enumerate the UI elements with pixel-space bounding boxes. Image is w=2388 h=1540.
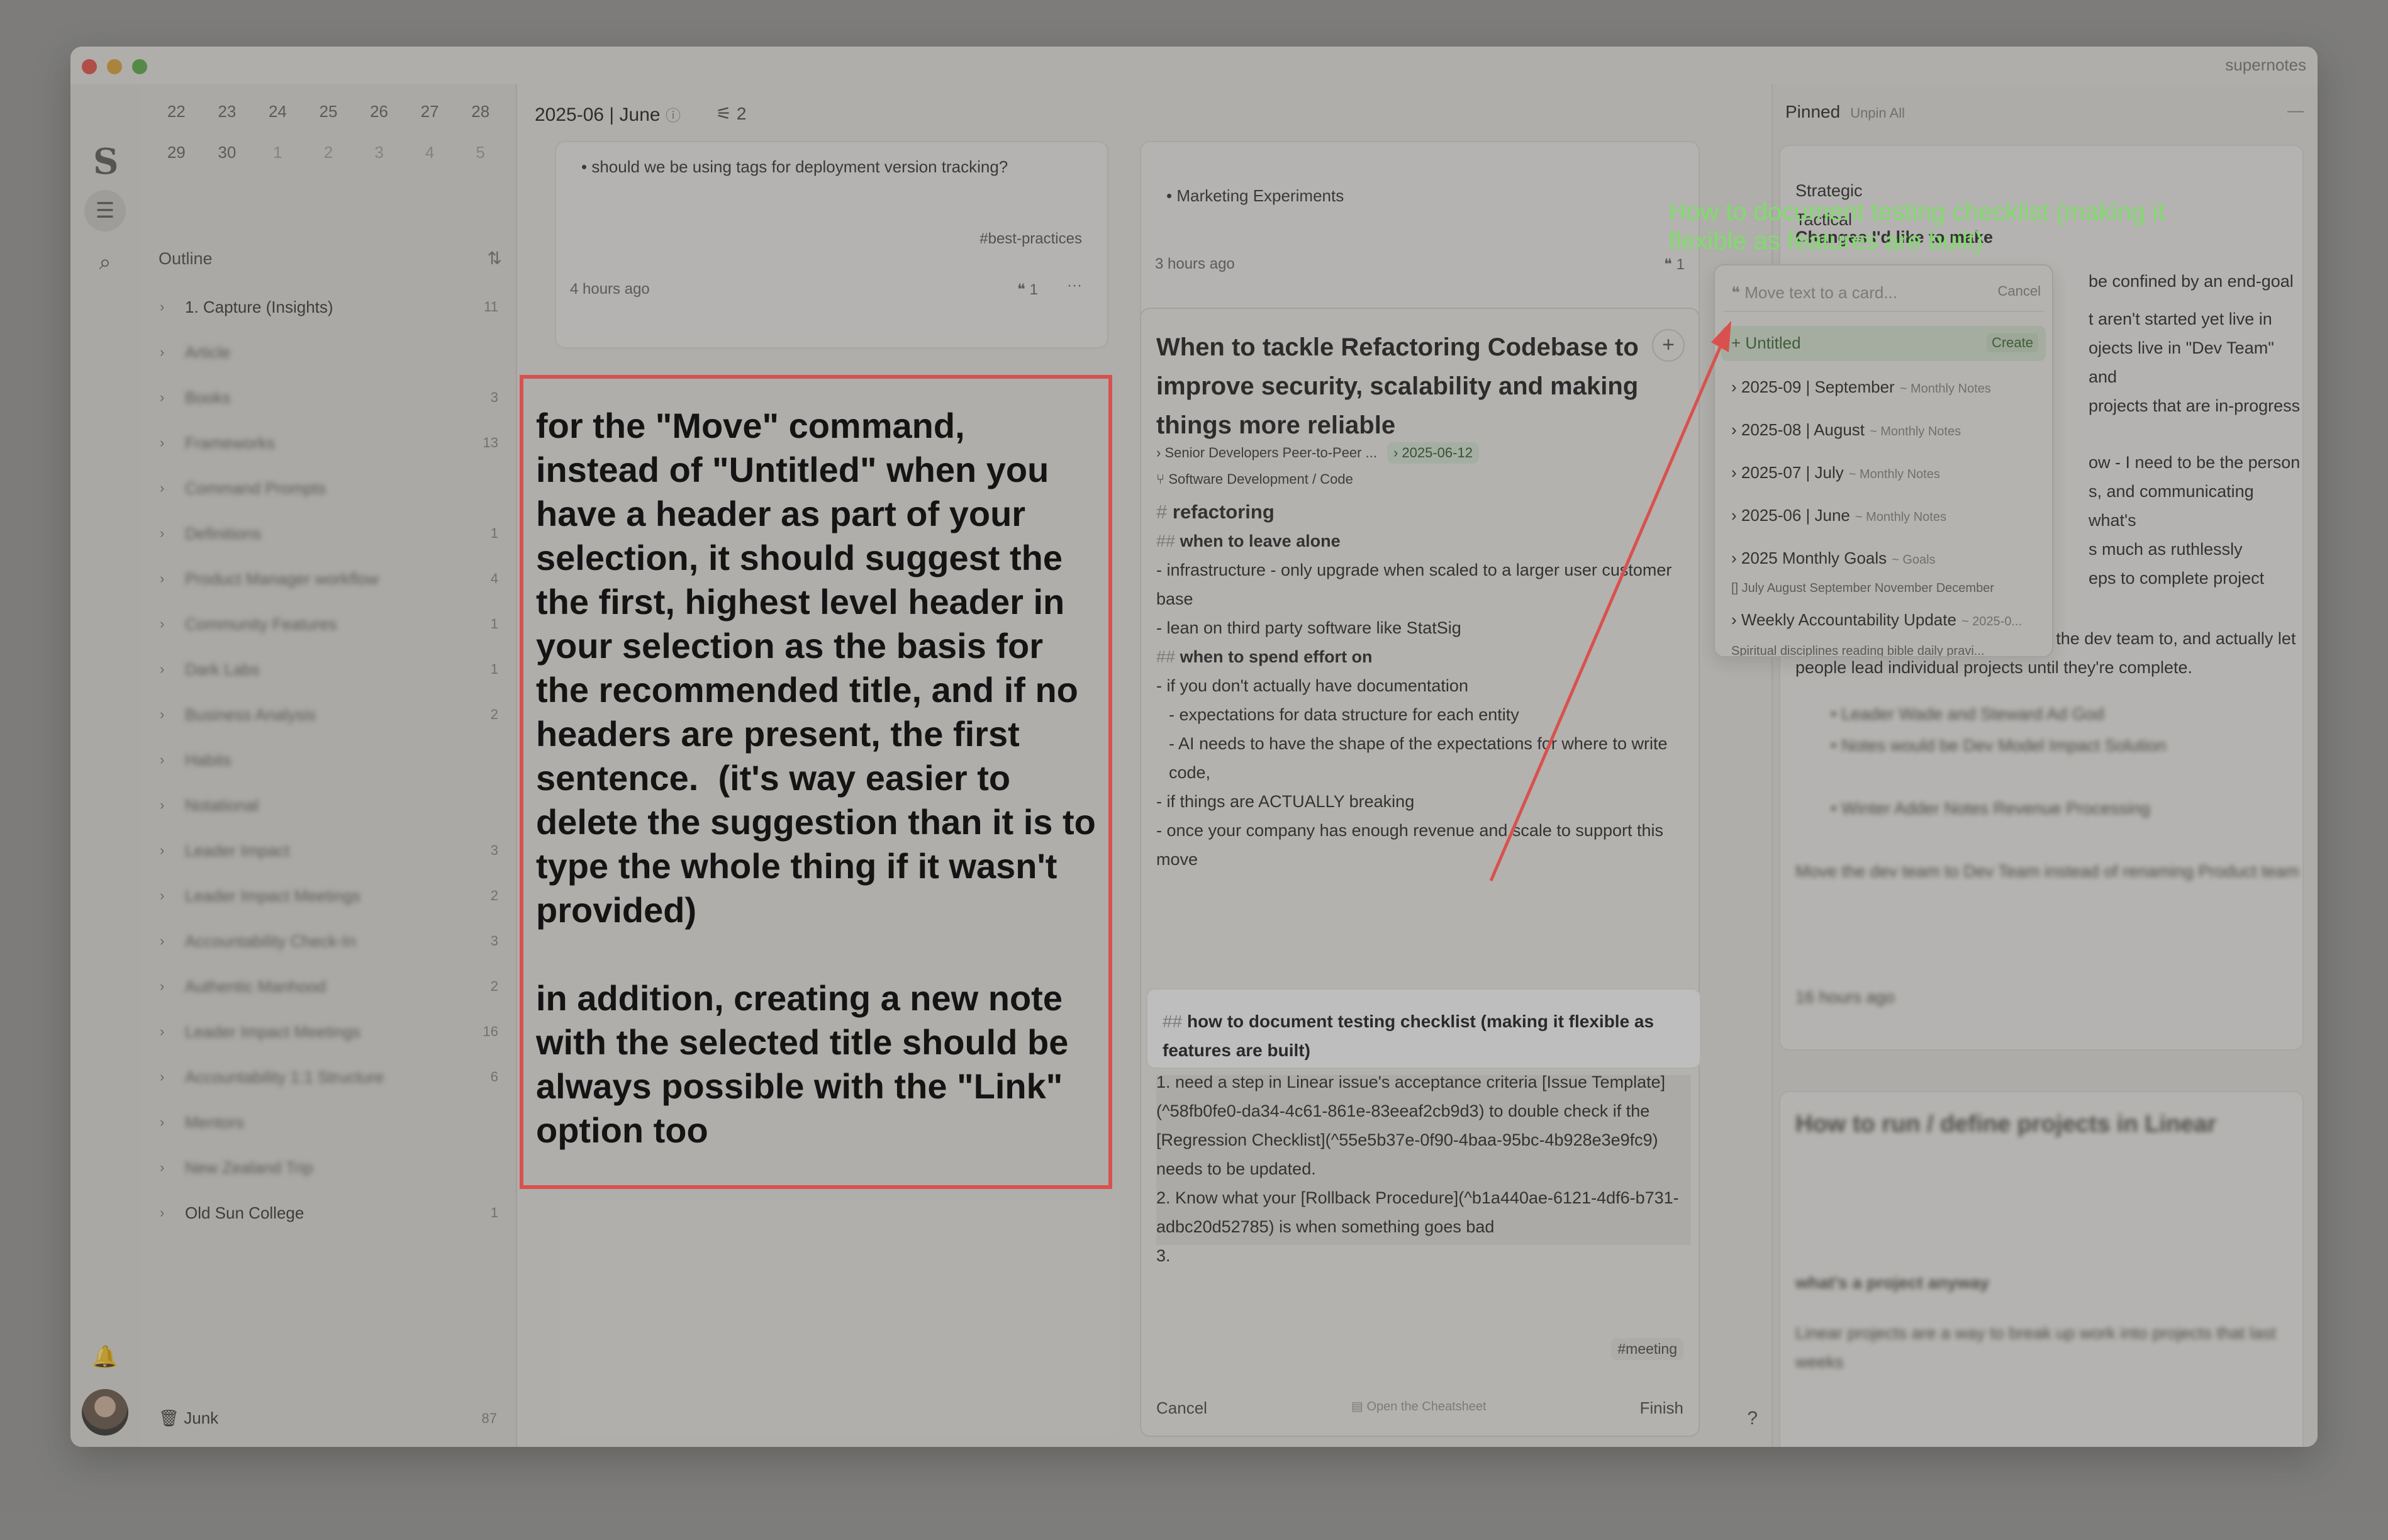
annotation-arrow [1489,321,1731,881]
arrow-line [1489,335,1727,881]
arrow-head [1711,321,1731,352]
